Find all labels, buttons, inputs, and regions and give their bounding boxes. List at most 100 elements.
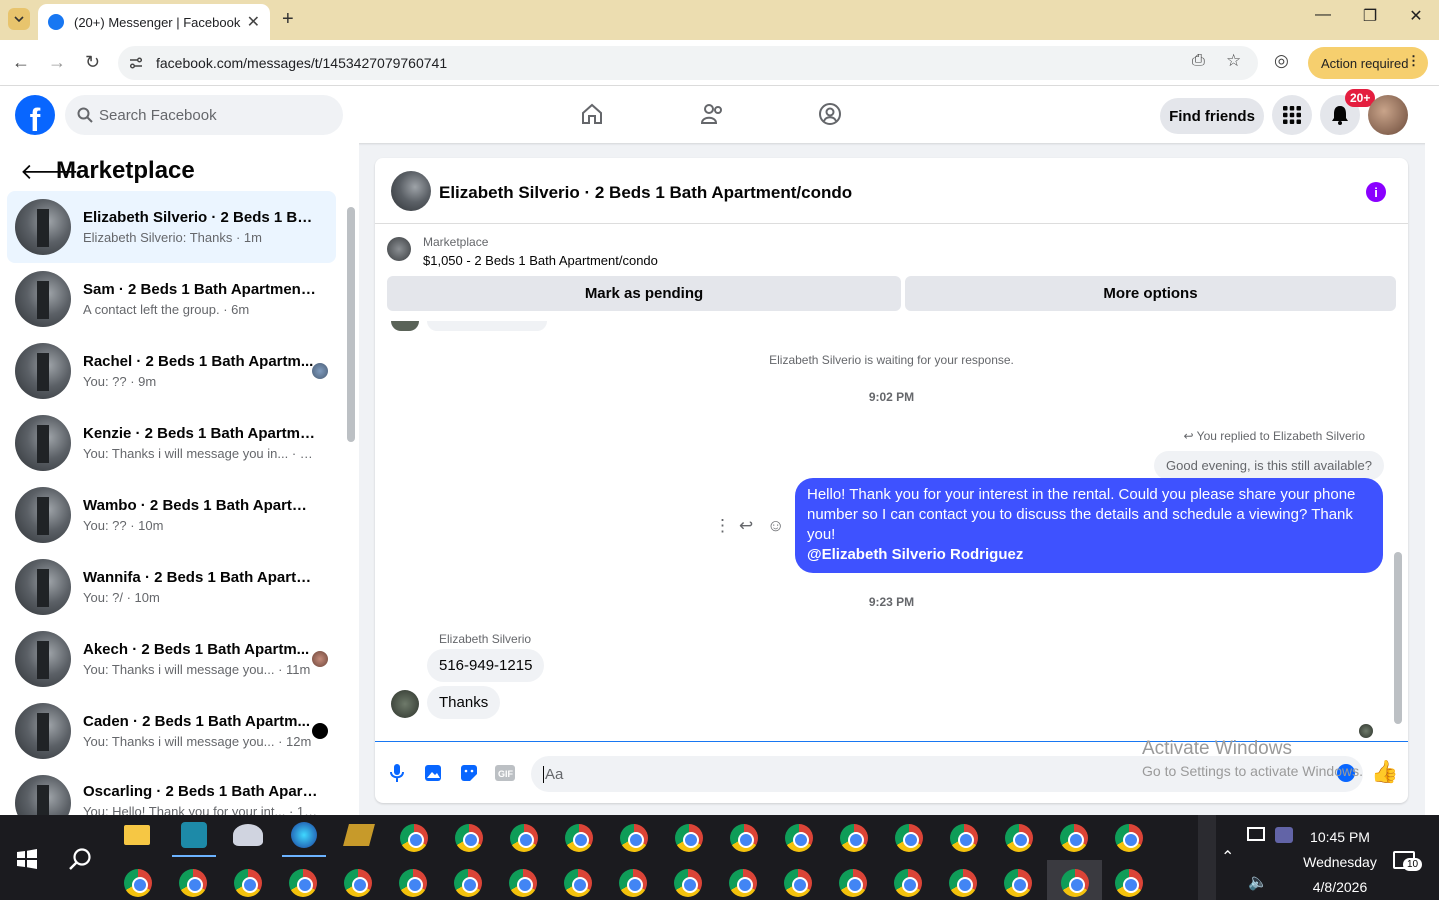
app-icon[interactable]: [233, 824, 263, 846]
chrome-profile-icon[interactable]: [344, 869, 372, 897]
close-tab-icon[interactable]: ✕: [247, 12, 260, 32]
photo-icon[interactable]: [422, 762, 444, 784]
chrome-profile-icon[interactable]: [1115, 824, 1143, 852]
more-actions-icon[interactable]: ⋮: [714, 516, 731, 536]
chrome-profile-icon[interactable]: [1060, 824, 1088, 852]
show-hidden-icons-icon[interactable]: ⌃: [1221, 847, 1234, 867]
chrome-profile-icon[interactable]: [509, 869, 537, 897]
chrome-profile-icon[interactable]: [674, 869, 702, 897]
chrome-profile-icon[interactable]: [454, 869, 482, 897]
chrome-icon[interactable]: [400, 824, 428, 852]
reload-icon[interactable]: ↻: [85, 52, 100, 73]
chrome-profile-icon[interactable]: [1004, 869, 1032, 897]
windows-start-icon[interactable]: [17, 849, 37, 869]
app-icon[interactable]: [343, 824, 375, 846]
chrome-profile-icon[interactable]: [124, 869, 152, 897]
mark-as-pending-button[interactable]: Mark as pending: [387, 276, 901, 311]
file-explorer-icon[interactable]: [124, 825, 150, 845]
like-thumbs-up-icon[interactable]: 👍: [1371, 759, 1398, 784]
quoted-message[interactable]: Good evening, is this still available?: [1154, 451, 1384, 480]
react-emoji-icon[interactable]: ☺: [767, 516, 784, 536]
sticker-icon[interactable]: [458, 762, 480, 784]
conversation-item[interactable]: Caden · 2 Beds 1 Bath Apartm... You: Than…: [7, 695, 336, 767]
conversation-item[interactable]: Kenzie · 2 Beds 1 Bath Apartmen... You: T…: [7, 407, 336, 479]
new-tab-icon[interactable]: +: [282, 8, 294, 31]
friends-icon[interactable]: [700, 102, 726, 126]
tab-search-chevron-icon[interactable]: [8, 8, 30, 30]
chrome-profile-icon[interactable]: [1061, 869, 1089, 897]
teams-icon[interactable]: [1275, 827, 1293, 843]
conversation-item[interactable]: Oscarling · 2 Beds 1 Bath Apart... You: H…: [7, 767, 336, 815]
gif-icon[interactable]: GIF: [494, 762, 516, 784]
conversation-item[interactable]: Sam · 2 Beds 1 Bath Apartment/... A conta…: [7, 263, 336, 335]
search-icon[interactable]: [69, 847, 93, 871]
page-scrollbar[interactable]: [1425, 143, 1439, 815]
profile-icon[interactable]: ◎: [1274, 51, 1289, 71]
volume-icon[interactable]: 🔈: [1248, 872, 1268, 892]
chrome-profile-icon[interactable]: [894, 869, 922, 897]
conversation-item[interactable]: Akech · 2 Beds 1 Bath Apartm... You: Than…: [7, 623, 336, 695]
chrome-profile-icon[interactable]: [840, 824, 868, 852]
info-icon[interactable]: i: [1366, 182, 1386, 202]
chrome-profile-icon[interactable]: [950, 824, 978, 852]
menu-grid-icon[interactable]: [1272, 95, 1312, 135]
more-options-button[interactable]: More options: [905, 276, 1396, 311]
scrollbar-thumb[interactable]: [347, 207, 355, 442]
chrome-profile-icon[interactable]: [510, 824, 538, 852]
app-icon[interactable]: [181, 822, 207, 848]
chrome-profile-icon[interactable]: [839, 869, 867, 897]
chrome-profile-icon[interactable]: [785, 824, 813, 852]
incoming-message[interactable]: 516-949-1215: [427, 649, 545, 682]
conversation-item[interactable]: Wannifa · 2 Beds 1 Bath Apartm... You: ?/…: [7, 551, 336, 623]
microphone-icon[interactable]: [386, 762, 408, 784]
close-window-icon[interactable]: ✕: [1393, 6, 1439, 26]
conversation-item[interactable]: Rachel · 2 Beds 1 Bath Apartm... You: ?? …: [7, 335, 336, 407]
chrome-profile-icon[interactable]: [949, 869, 977, 897]
browser-tab[interactable]: (20+) Messenger | Facebook ✕: [38, 4, 270, 40]
chrome-profile-icon[interactable]: [729, 869, 757, 897]
mention-link[interactable]: @Elizabeth Silverio Rodriguez: [807, 546, 1023, 563]
chrome-profile-icon[interactable]: [289, 869, 317, 897]
chrome-profile-icon[interactable]: [179, 869, 207, 897]
account-avatar[interactable]: [1368, 95, 1408, 135]
chrome-profile-icon[interactable]: [1005, 824, 1033, 852]
chrome-profile-icon[interactable]: [730, 824, 758, 852]
groups-icon[interactable]: [818, 102, 842, 126]
find-friends-button[interactable]: Find friends: [1160, 98, 1264, 134]
reply-icon[interactable]: ↩: [739, 516, 753, 536]
facebook-logo-icon[interactable]: f: [15, 95, 55, 135]
action-required-button[interactable]: Action required ⋮: [1308, 47, 1428, 79]
taskbar-scroll[interactable]: [1198, 815, 1216, 900]
chrome-profile-icon[interactable]: [784, 869, 812, 897]
app-icon[interactable]: [291, 822, 317, 848]
install-app-icon[interactable]: ⎙: [1192, 52, 1205, 70]
home-icon[interactable]: [580, 102, 604, 126]
back-icon[interactable]: ←: [12, 52, 30, 73]
chrome-profile-icon[interactable]: [565, 824, 593, 852]
chrome-profile-icon[interactable]: [234, 869, 262, 897]
url-omnibox[interactable]: facebook.com/messages/t/1453427079760741: [118, 46, 1258, 80]
chrome-profile-icon[interactable]: [675, 824, 703, 852]
network-icon[interactable]: [1247, 827, 1265, 841]
chrome-profile-icon[interactable]: [455, 824, 483, 852]
chrome-profile-icon[interactable]: [1115, 869, 1143, 897]
bookmark-star-icon[interactable]: ☆: [1226, 51, 1241, 71]
forward-icon[interactable]: →: [48, 52, 66, 73]
minimize-icon[interactable]: —: [1300, 6, 1346, 24]
incoming-message[interactable]: Thanks: [427, 686, 501, 719]
restore-icon[interactable]: ❐: [1347, 6, 1393, 26]
search-input[interactable]: Search Facebook: [65, 95, 343, 135]
chrome-profile-icon[interactable]: [620, 824, 648, 852]
conversation-item[interactable]: Wambo · 2 Beds 1 Bath Apartme... You: ?? …: [7, 479, 336, 551]
conversation-item[interactable]: Elizabeth Silverio · 2 Beds 1 Bath... Eli…: [7, 191, 336, 263]
chrome-profile-icon[interactable]: [895, 824, 923, 852]
sidebar-scrollbar[interactable]: [346, 195, 356, 813]
chat-scrollbar[interactable]: [1392, 324, 1404, 740]
chrome-profile-icon[interactable]: [619, 869, 647, 897]
outgoing-message[interactable]: Hello! Thank you for your interest in th…: [795, 478, 1383, 573]
scrollbar-thumb[interactable]: [1394, 552, 1402, 724]
chrome-profile-icon[interactable]: [399, 869, 427, 897]
site-info-icon[interactable]: [128, 55, 144, 71]
listing-title[interactable]: $1,050 - 2 Beds 1 Bath Apartment/condo: [423, 253, 658, 268]
system-clock[interactable]: 10:45 PM Wednesday 4/8/2026: [1296, 825, 1384, 900]
